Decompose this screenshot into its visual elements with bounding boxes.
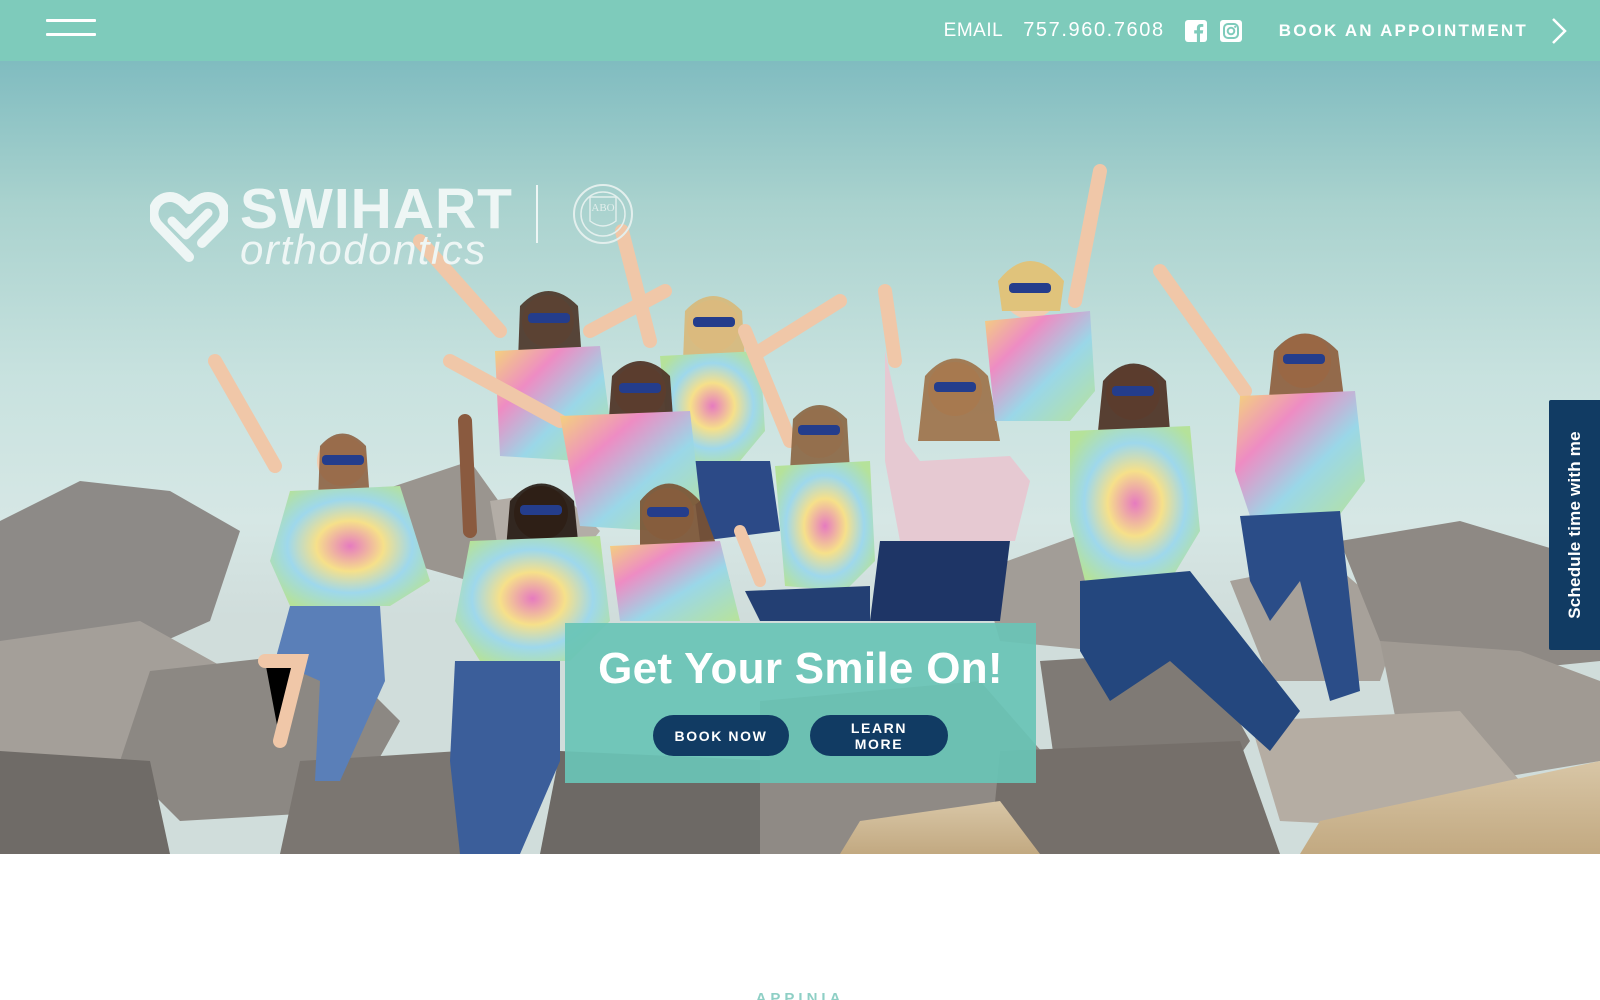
instagram-icon[interactable] bbox=[1219, 19, 1242, 42]
hero-section: SWIHART orthodontics ABO Get Your Smile … bbox=[0, 61, 1600, 854]
schedule-time-tab[interactable]: Schedule time with me bbox=[1549, 400, 1600, 650]
schedule-tab-label: Schedule time with me bbox=[1564, 431, 1584, 619]
top-right-links: EMAIL 757.960.7608 BOOK AN APPOINTMENT bbox=[944, 0, 1600, 61]
cta-buttons: BOOK NOW LEARN MORE bbox=[565, 715, 1036, 757]
email-link[interactable]: EMAIL bbox=[944, 20, 1004, 42]
logo-name-line2: orthodontics bbox=[240, 226, 487, 273]
chevron-right-icon[interactable] bbox=[1550, 17, 1568, 45]
menu-icon[interactable] bbox=[46, 19, 96, 39]
section-heading: APPINIA bbox=[755, 990, 845, 1000]
logo-divider bbox=[536, 185, 538, 243]
book-now-button[interactable]: BOOK NOW bbox=[653, 715, 789, 757]
book-appointment-link[interactable]: BOOK AN APPOINTMENT bbox=[1279, 21, 1528, 41]
hero-headline: Get Your Smile On! bbox=[598, 644, 1003, 693]
swihart-logo[interactable]: SWIHART orthodontics ABO bbox=[150, 181, 650, 275]
phone-link[interactable]: 757.960.7608 bbox=[1023, 19, 1165, 42]
svg-text:ABO: ABO bbox=[591, 202, 614, 214]
heart-logo-icon bbox=[150, 192, 228, 262]
abo-seal-icon: ABO bbox=[573, 184, 633, 244]
learn-more-button[interactable]: LEARN MORE bbox=[810, 715, 948, 757]
facebook-icon[interactable] bbox=[1184, 19, 1207, 42]
cta-panel: Get Your Smile On! BOOK NOW LEARN MORE bbox=[565, 623, 1036, 783]
top-navigation-bar: EMAIL 757.960.7608 BOOK AN APPOINTMENT bbox=[0, 0, 1600, 61]
